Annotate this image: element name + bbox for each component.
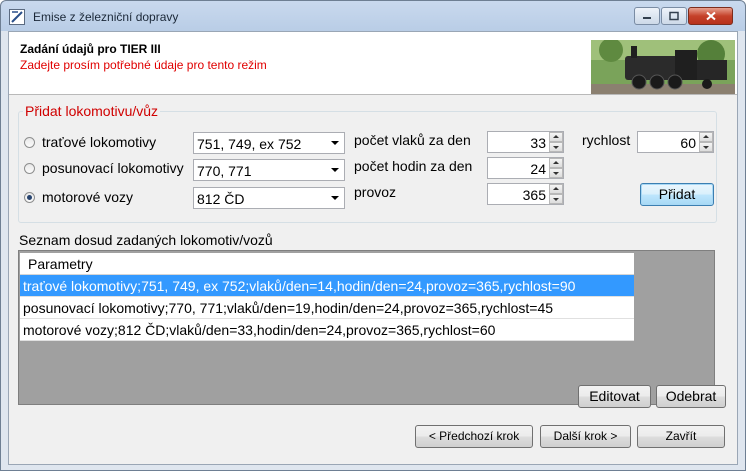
close-button[interactable]: Zavřít bbox=[637, 425, 725, 448]
radio-button[interactable] bbox=[24, 136, 35, 148]
radio-label: traťové lokomotivy bbox=[42, 134, 157, 150]
dialog-body: Zadání údajů pro TIER III Zadejte prosím… bbox=[8, 31, 738, 465]
trains-per-day-spinner[interactable]: 33 bbox=[487, 131, 564, 153]
spinner-value: 365 bbox=[522, 187, 546, 203]
radio-motor-cars[interactable]: motorové vozy bbox=[24, 187, 133, 207]
header-subtitle: Zadejte prosím potřebné údaje pro tento … bbox=[20, 58, 267, 72]
remove-button[interactable]: Odebrat bbox=[656, 385, 726, 408]
spin-down-icon[interactable] bbox=[549, 168, 563, 178]
locomotive-list[interactable]: Parametry traťové lokomotivy;751, 749, e… bbox=[18, 250, 715, 405]
spin-down-icon[interactable] bbox=[549, 142, 563, 152]
combo-value: 770, 771 bbox=[197, 163, 252, 179]
app-icon bbox=[9, 9, 25, 25]
radio-mainline-locomotives[interactable]: traťové lokomotivy bbox=[24, 132, 156, 152]
spinner-value: 60 bbox=[680, 135, 696, 151]
radio-button-checked[interactable] bbox=[24, 191, 35, 203]
wizard-header: Zadání údajů pro TIER III Zadejte prosím… bbox=[9, 32, 737, 95]
list-item[interactable]: motorové vozy;812 ČD;vlaků/den=33,hodin/… bbox=[20, 319, 634, 341]
next-step-button[interactable]: Další krok > bbox=[540, 425, 631, 448]
previous-step-button[interactable]: < Předchozí krok bbox=[415, 425, 533, 448]
chevron-down-icon[interactable] bbox=[331, 168, 339, 172]
list-column-header[interactable]: Parametry bbox=[20, 253, 634, 275]
radio-label: motorové vozy bbox=[42, 189, 134, 205]
list-label: Seznam dosud zadaných lokomotiv/vozů bbox=[19, 232, 273, 248]
maximize-icon bbox=[669, 11, 679, 21]
hours-per-day-label: počet hodin za den bbox=[354, 158, 473, 174]
locomotive-image bbox=[591, 40, 735, 94]
chevron-down-icon[interactable] bbox=[331, 196, 339, 200]
maximize-button[interactable] bbox=[661, 7, 687, 25]
spin-down-icon[interactable] bbox=[699, 142, 713, 152]
add-button[interactable]: Přidat bbox=[640, 183, 714, 206]
chevron-down-icon[interactable] bbox=[331, 141, 339, 145]
edit-button[interactable]: Editovat bbox=[578, 385, 651, 408]
minimize-icon bbox=[643, 17, 651, 19]
group-title: Přidat lokomotivu/vůz bbox=[23, 103, 161, 119]
minimize-button[interactable] bbox=[634, 7, 660, 25]
title-bar[interactable]: Emise z železniční dopravy bbox=[1, 1, 745, 31]
combo-value: 812 ČD bbox=[197, 191, 245, 207]
operation-spinner[interactable]: 365 bbox=[487, 183, 564, 205]
app-window: Emise z železniční dopravy Zadání údajů … bbox=[0, 0, 746, 471]
spin-up-icon[interactable] bbox=[699, 132, 713, 142]
spinner-value: 24 bbox=[530, 161, 546, 177]
spin-up-icon[interactable] bbox=[549, 158, 563, 168]
list-item[interactable]: traťové lokomotivy;751, 749, ex 752;vlak… bbox=[20, 275, 634, 297]
spin-down-icon[interactable] bbox=[549, 194, 563, 204]
radio-label: posunovací lokomotivy bbox=[42, 160, 184, 176]
hours-per-day-spinner[interactable]: 24 bbox=[487, 157, 564, 179]
mainline-type-combo[interactable]: 751, 749, ex 752 bbox=[193, 132, 345, 154]
speed-label: rychlost bbox=[582, 132, 631, 148]
trains-per-day-label: počet vlaků za den bbox=[354, 132, 471, 148]
spin-up-icon[interactable] bbox=[549, 184, 563, 194]
spinner-value: 33 bbox=[530, 135, 546, 151]
radio-shunting-locomotives[interactable]: posunovací lokomotivy bbox=[24, 158, 184, 178]
shunting-type-combo[interactable]: 770, 771 bbox=[193, 159, 345, 181]
radio-button[interactable] bbox=[24, 162, 35, 174]
speed-spinner[interactable]: 60 bbox=[637, 131, 714, 153]
window-title: Emise z železniční dopravy bbox=[33, 10, 179, 24]
list-item[interactable]: posunovací lokomotivy;770, 771;vlaků/den… bbox=[20, 297, 634, 319]
operation-label: provoz bbox=[354, 184, 397, 200]
close-icon bbox=[705, 11, 716, 21]
close-window-button[interactable] bbox=[688, 7, 733, 25]
combo-value: 751, 749, ex 752 bbox=[197, 136, 302, 152]
motor-car-type-combo[interactable]: 812 ČD bbox=[193, 187, 345, 209]
header-title: Zadání údajů pro TIER III bbox=[20, 42, 161, 56]
spin-up-icon[interactable] bbox=[549, 132, 563, 142]
